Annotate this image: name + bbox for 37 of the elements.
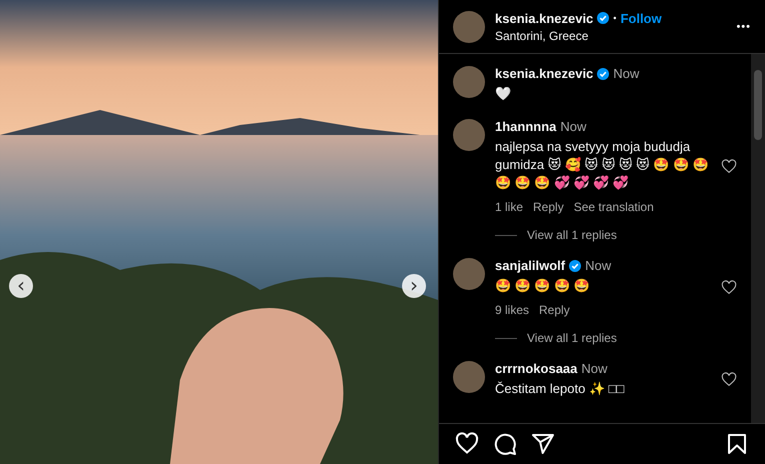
heart-icon[interactable] [721,158,737,174]
comment-time: Now [581,361,608,376]
avatar[interactable] [453,258,485,290]
username[interactable]: ksenia.knezevic [495,66,594,81]
comment-text: 🤩 🤩 🤩 🤩 🤩 [495,277,590,295]
comment-text: Čestitam lepoto ✨ □□ [495,380,626,398]
more-button[interactable]: ••• [736,20,751,32]
username[interactable]: sanjalilwolf [495,258,566,273]
reply-link[interactable]: Reply [533,200,564,214]
send-icon[interactable] [531,432,555,456]
like-icon[interactable] [455,432,479,456]
heart-icon[interactable] [721,280,737,296]
bookmark-icon[interactable] [725,432,749,456]
comment-text: 🤍 [495,85,512,103]
username[interactable]: ksenia.knezevic [495,10,594,26]
follow-link[interactable]: Follow [620,10,662,26]
comment-time: Now [560,119,586,134]
scrollbar[interactable] [751,54,765,423]
avatar[interactable] [453,10,485,42]
avatar[interactable] [453,361,485,393]
username[interactable]: 1hannnna [495,119,556,134]
view-replies-link[interactable]: View all 1 replies [527,331,617,345]
username[interactable]: crrrnokosaaa [495,361,578,376]
view-replies-link[interactable]: View all 1 replies [527,228,617,242]
comment-icon[interactable] [493,432,517,456]
comment-text: najlepsa na svetyyy moja bududja gumidza 😻 🥰 😻 😻 😻 😻 🤩 🤩 🤩 🤩 🤩 🤩 💞 💞 💞 💞 [495,138,710,192]
like-count[interactable]: 9 likes [495,303,530,317]
separator: • [613,13,616,23]
avatar[interactable] [453,66,485,98]
location-link[interactable]: Santorini, Greece [495,28,726,42]
like-count[interactable]: 1 like [495,200,524,214]
translation-link[interactable]: See translation [574,200,654,214]
reply-link[interactable]: Reply [539,303,570,317]
comment-time: Now [585,258,612,273]
comment-time: Now [613,66,640,81]
avatar[interactable] [453,119,485,151]
heart-icon[interactable] [721,372,737,388]
